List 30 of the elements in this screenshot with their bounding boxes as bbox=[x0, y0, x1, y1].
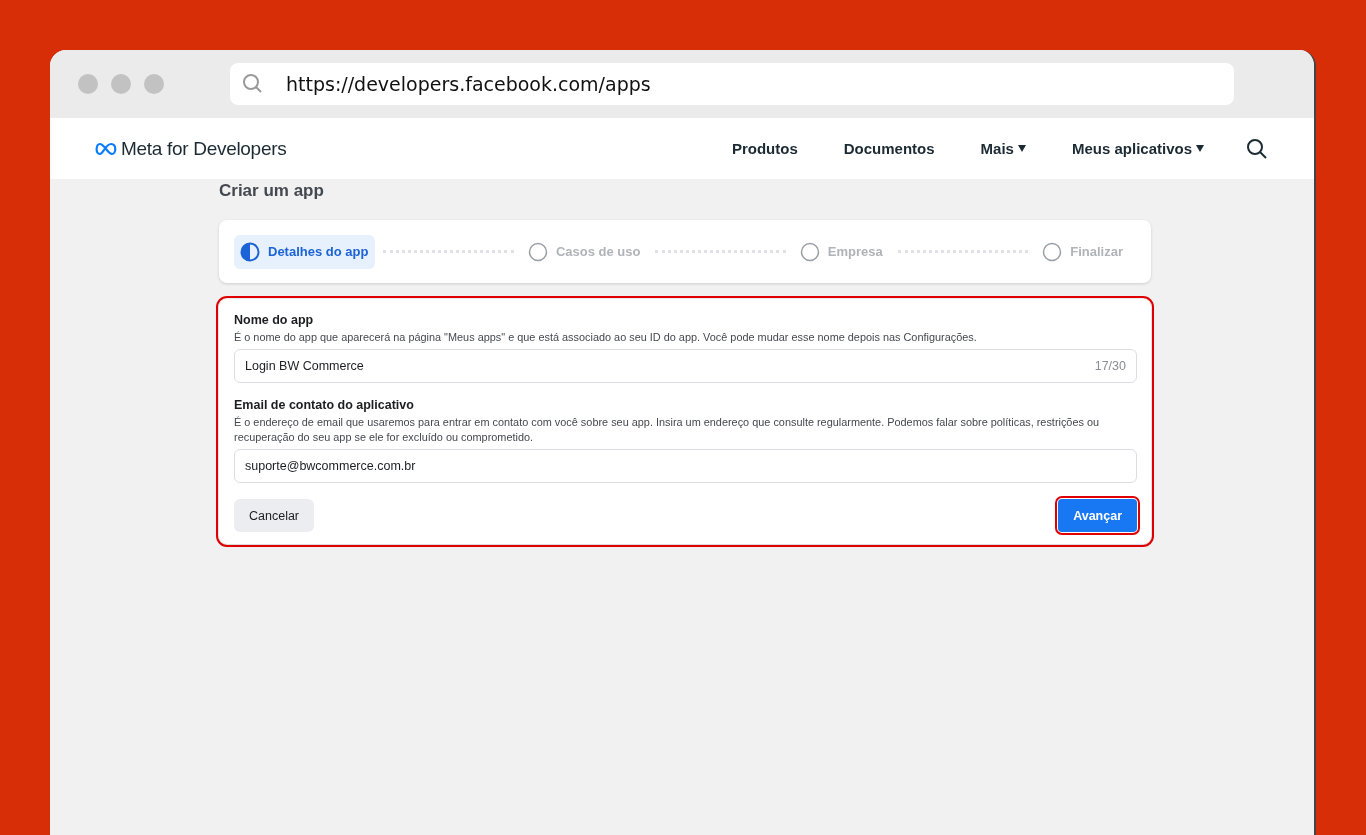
nav-link[interactable]: Meus aplicativos bbox=[1071, 140, 1204, 157]
url-text: https://developers.facebook.com/apps bbox=[286, 73, 651, 95]
circle-icon bbox=[1042, 241, 1063, 262]
character-counter: 17/30 bbox=[1094, 359, 1126, 373]
window-dot[interactable] bbox=[78, 74, 98, 94]
nav-link[interactable]: Documentos bbox=[843, 140, 935, 157]
field-label: Nome do app bbox=[234, 313, 315, 327]
search-icon bbox=[242, 73, 264, 95]
input-field[interactable]: suporte@bwcommerce.com.br bbox=[234, 449, 1137, 483]
address-bar[interactable]: https://developers.facebook.com/apps bbox=[230, 63, 1234, 105]
nav-link[interactable]: Mais bbox=[980, 140, 1026, 157]
circle-icon bbox=[799, 241, 820, 262]
circle-icon bbox=[527, 241, 548, 262]
caret-icon bbox=[1196, 145, 1204, 152]
caret-icon bbox=[1017, 145, 1026, 152]
cancel-button[interactable]: Cancelar bbox=[234, 499, 315, 532]
window-dot[interactable] bbox=[144, 74, 164, 94]
help-text: É o nome do app que aparecerá na página "Meus apps" e que está associado ao seu ID do app. Você pode mudar esse nome depois nas Configurações. bbox=[234, 330, 978, 345]
half-circle-icon bbox=[240, 241, 260, 262]
page-title: Criar um app bbox=[219, 181, 325, 201]
nav-link[interactable]: Produtos bbox=[731, 140, 798, 157]
window-dot[interactable] bbox=[111, 74, 131, 94]
brand-name[interactable]: Meta for Developers bbox=[121, 137, 287, 160]
field-label: Email de contato do aplicativo bbox=[234, 398, 415, 412]
next-button[interactable]: Avançar bbox=[1058, 499, 1137, 532]
help-text: É o endereço de email que usaremos para entrar em contato com você sobre seu app. Insira um endereço que consulte regularmente. Podemos falar sobre políticas, restrições ou recuperação do seu app se ele for excluído ou comprometido. bbox=[234, 415, 1101, 445]
search-icon[interactable] bbox=[1246, 137, 1268, 160]
input-field[interactable]: Login BW Commerce 17/30 bbox=[234, 349, 1137, 383]
infinity-logo-icon bbox=[94, 141, 118, 156]
step[interactable]: Detalhes do app bbox=[234, 234, 376, 269]
